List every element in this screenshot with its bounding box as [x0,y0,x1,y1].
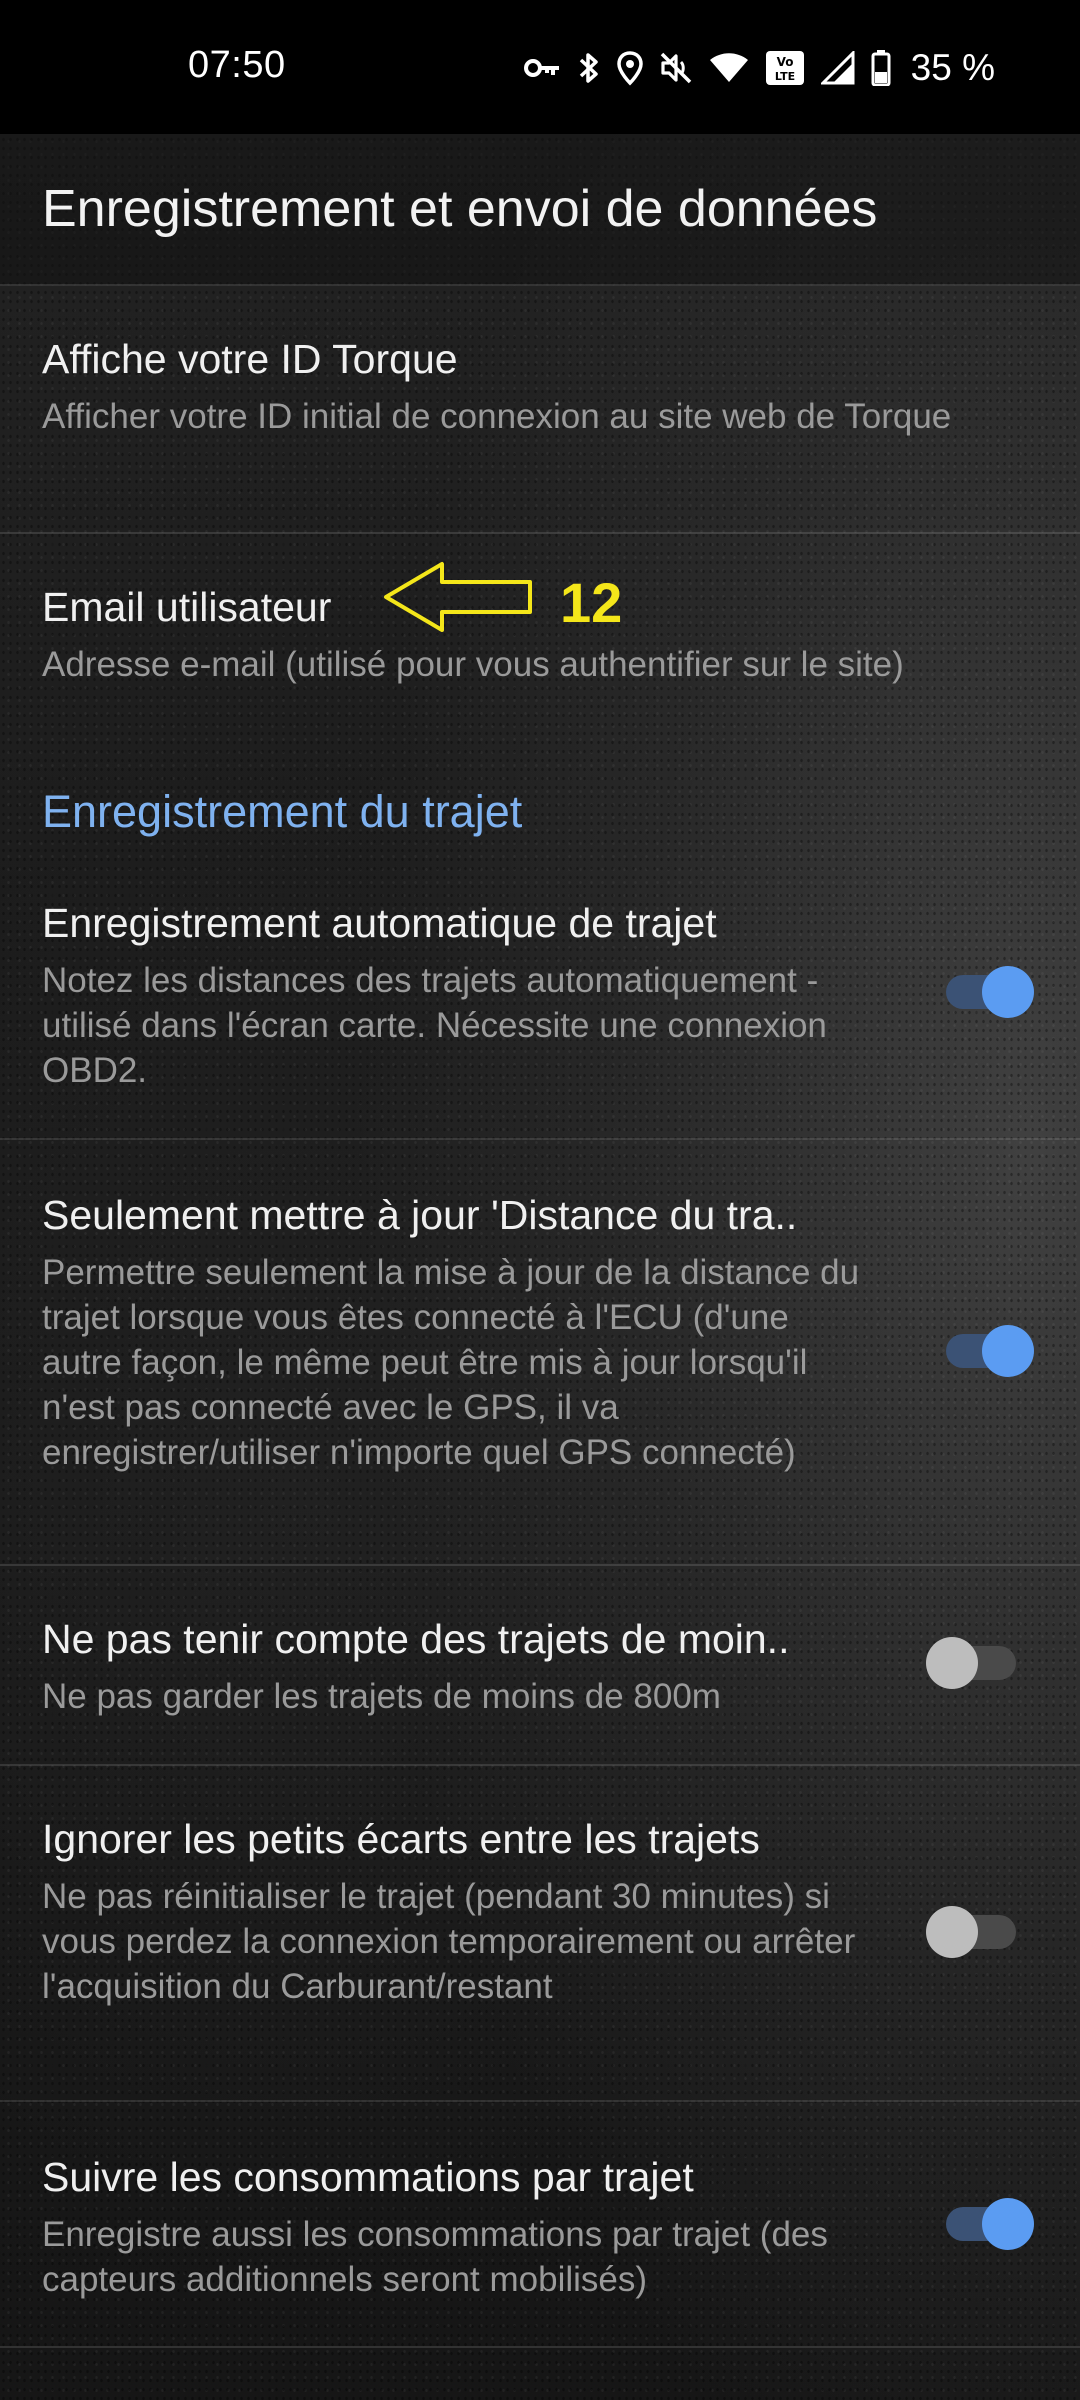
toggle-track-trip-consumption[interactable] [946,2198,1034,2250]
pref-title: Enregistrement automatique de trajet [42,900,717,946]
pref-torque-id[interactable]: Affiche votre ID Torque Afficher votre I… [0,286,1080,534]
pref-summary: Afficher votre ID initial de connexion a… [42,397,952,436]
location-icon [616,50,643,86]
wifi-icon [709,52,749,84]
app-header: Enregistrement et envoi de données [0,134,1080,286]
page-title: Enregistrement et envoi de données [42,180,878,238]
pref-summary: Ne pas réinitialiser le trajet (pendant … [42,1877,856,2006]
pref-title: Suivre les consommations par trajet [42,2154,694,2200]
pref-title: Ne pas tenir compte des trajets de moin.… [42,1616,790,1662]
toggle-thumb [982,966,1034,1018]
toggle-ignore-small-gaps[interactable] [926,1906,1016,1958]
status-time: 07:50 [188,44,286,86]
pref-summary: Permettre seulement la mise à jour de la… [42,1253,860,1472]
pref-summary: Ne pas garder les trajets de moins de 80… [42,1677,721,1716]
pref-title: Email utilisateur [42,584,332,630]
pref-title: Seulement mettre à jour 'Distance du tra… [42,1192,798,1238]
pref-summary: Adresse e-mail (utilisé pour vous authen… [42,645,904,684]
pref-ignore-small-gaps[interactable]: Ignorer les petits écarts entre les traj… [0,1766,1080,2102]
annotation-number: 12 [560,571,623,634]
pref-title: Affiche votre ID Torque [42,336,458,382]
pref-auto-trip-recording[interactable]: Enregistrement automatique de trajet Not… [0,862,1080,1140]
mute-icon [659,51,693,85]
pref-user-email[interactable]: Email utilisateur Adresse e-mail (utilis… [0,534,1080,714]
pref-summary: Notez les distances des trajets automati… [42,961,827,1090]
volte-icon: Vo LTE [765,50,805,86]
category-trip-recording: Enregistrement du trajet [42,786,523,837]
svg-text:LTE: LTE [775,70,795,83]
battery-icon [871,50,891,86]
settings-screen: 07:50 Vo LTE 35 % Enregistrement et envo… [0,0,1080,2400]
toggle-update-trip-distance-ecu[interactable] [946,1325,1034,1377]
pref-summary: Enregistre aussi les consommations par t… [42,2215,828,2299]
toggle-thumb [982,1325,1034,1377]
status-bar: 07:50 Vo LTE 35 % [0,0,1080,134]
status-icons: Vo LTE 35 % [523,46,995,90]
signal-icon [820,51,855,85]
pref-track-trip-consumption[interactable]: Suivre les consommations par trajet Enre… [0,2102,1080,2348]
toggle-auto-trip-recording[interactable] [946,966,1034,1018]
toggle-thumb [926,1906,978,1958]
annotation-arrow-icon [384,562,532,632]
pref-title: Ignorer les petits écarts entre les traj… [42,1816,760,1862]
battery-percent: 35 % [910,47,995,88]
toggle-ignore-short-trips[interactable] [926,1637,1016,1689]
bluetooth-icon [577,50,601,86]
pref-update-trip-distance-ecu[interactable]: Seulement mettre à jour 'Distance du tra… [0,1140,1080,1566]
toggle-thumb [982,2198,1034,2250]
toggle-thumb [926,1637,978,1689]
pref-ignore-short-trips[interactable]: Ne pas tenir compte des trajets de moin.… [0,1566,1080,1766]
svg-text:Vo: Vo [776,55,793,69]
vpn-key-icon [523,54,561,82]
